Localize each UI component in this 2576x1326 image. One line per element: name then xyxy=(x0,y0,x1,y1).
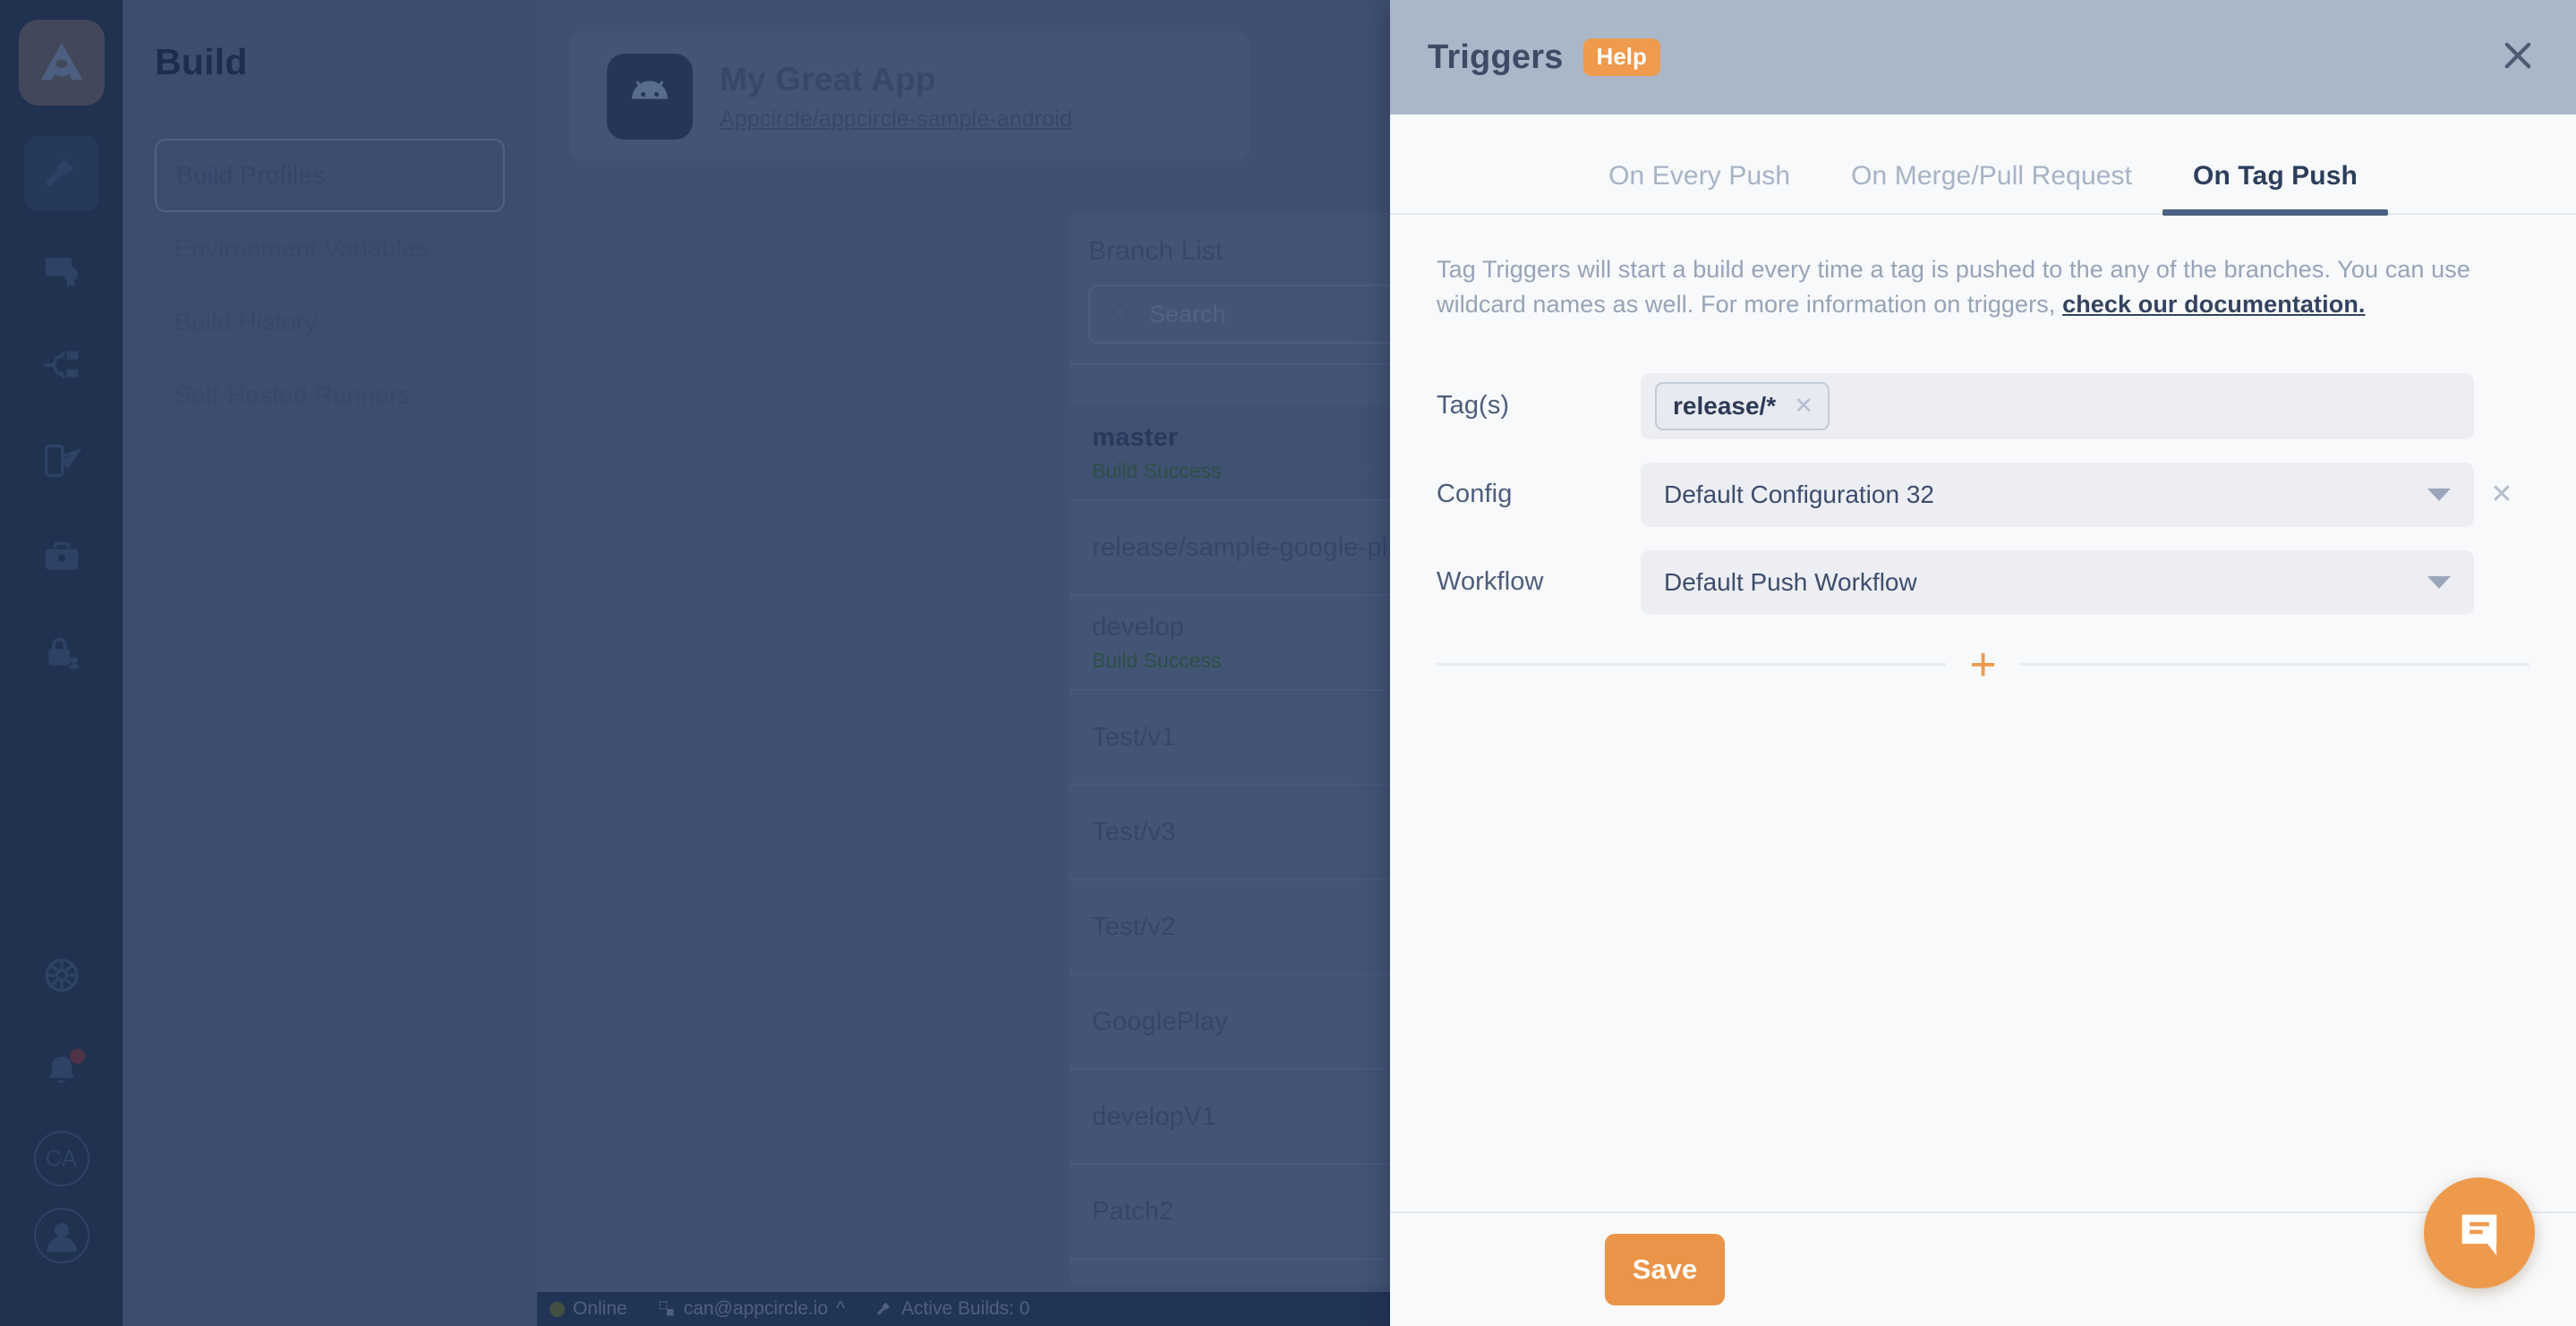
chevron-down-icon xyxy=(2427,575,2451,589)
form-row-tags: Tag(s) release/* ✕ ✕ xyxy=(1437,372,2529,439)
feedback-document-icon xyxy=(2461,1214,2497,1256)
config-label: Config xyxy=(1437,480,1513,509)
tab-on-every-push[interactable]: On Every Push xyxy=(1578,161,1821,213)
tags-input[interactable]: release/* ✕ xyxy=(1641,372,2474,439)
close-icon[interactable] xyxy=(2499,37,2537,79)
tab-on-tag-push[interactable]: On Tag Push xyxy=(2162,161,2388,216)
config-selected-value: Default Configuration 32 xyxy=(1664,480,1934,508)
feedback-fab-button[interactable] xyxy=(2424,1177,2535,1288)
save-button[interactable]: Save xyxy=(1605,1234,1725,1305)
form-row-config: Config Default Configuration 32 ✕ xyxy=(1437,462,2529,527)
separator-line-left xyxy=(1437,663,1947,667)
form-row-workflow: Workflow Default Push Workflow ✕ xyxy=(1437,549,2529,615)
tab-on-merge-pull-request[interactable]: On Merge/Pull Request xyxy=(1821,161,2162,213)
modal-title: Triggers xyxy=(1428,38,1564,76)
workflow-selected-value: Default Push Workflow xyxy=(1664,567,1917,596)
tag-chip-label: release/* xyxy=(1673,391,1777,420)
config-select[interactable]: Default Configuration 32 xyxy=(1641,462,2474,527)
plus-icon[interactable]: + xyxy=(1946,642,2019,688)
trigger-description: Tag Triggers will start a build every ti… xyxy=(1437,252,2488,323)
triggers-modal: Triggers Help On Every Push On Merge/Pul… xyxy=(1390,0,2576,1326)
tag-chip[interactable]: release/* ✕ xyxy=(1655,381,1830,430)
modal-footer: Save xyxy=(1390,1211,2576,1326)
help-badge[interactable]: Help xyxy=(1582,38,1660,76)
remove-trigger-row-button[interactable]: ✕ xyxy=(2474,479,2529,510)
add-trigger-separator: + xyxy=(1437,642,2529,688)
chevron-down-icon xyxy=(2427,488,2451,501)
documentation-link[interactable]: check our documentation. xyxy=(2062,291,2365,318)
separator-line-right xyxy=(2019,663,2529,667)
workflow-label: Workflow xyxy=(1437,567,1544,597)
chip-remove-icon[interactable]: ✕ xyxy=(1794,392,1813,420)
modal-body: Tag Triggers will start a build every ti… xyxy=(1390,215,2576,1211)
modal-header: Triggers Help xyxy=(1390,0,2576,115)
workflow-select[interactable]: Default Push Workflow xyxy=(1641,549,2474,615)
tags-label: Tag(s) xyxy=(1437,391,1510,421)
trigger-tabs: On Every Push On Merge/Pull Request On T… xyxy=(1390,115,2576,216)
tag-trigger-form: Tag(s) release/* ✕ ✕ Config Default Conf… xyxy=(1437,372,2529,688)
